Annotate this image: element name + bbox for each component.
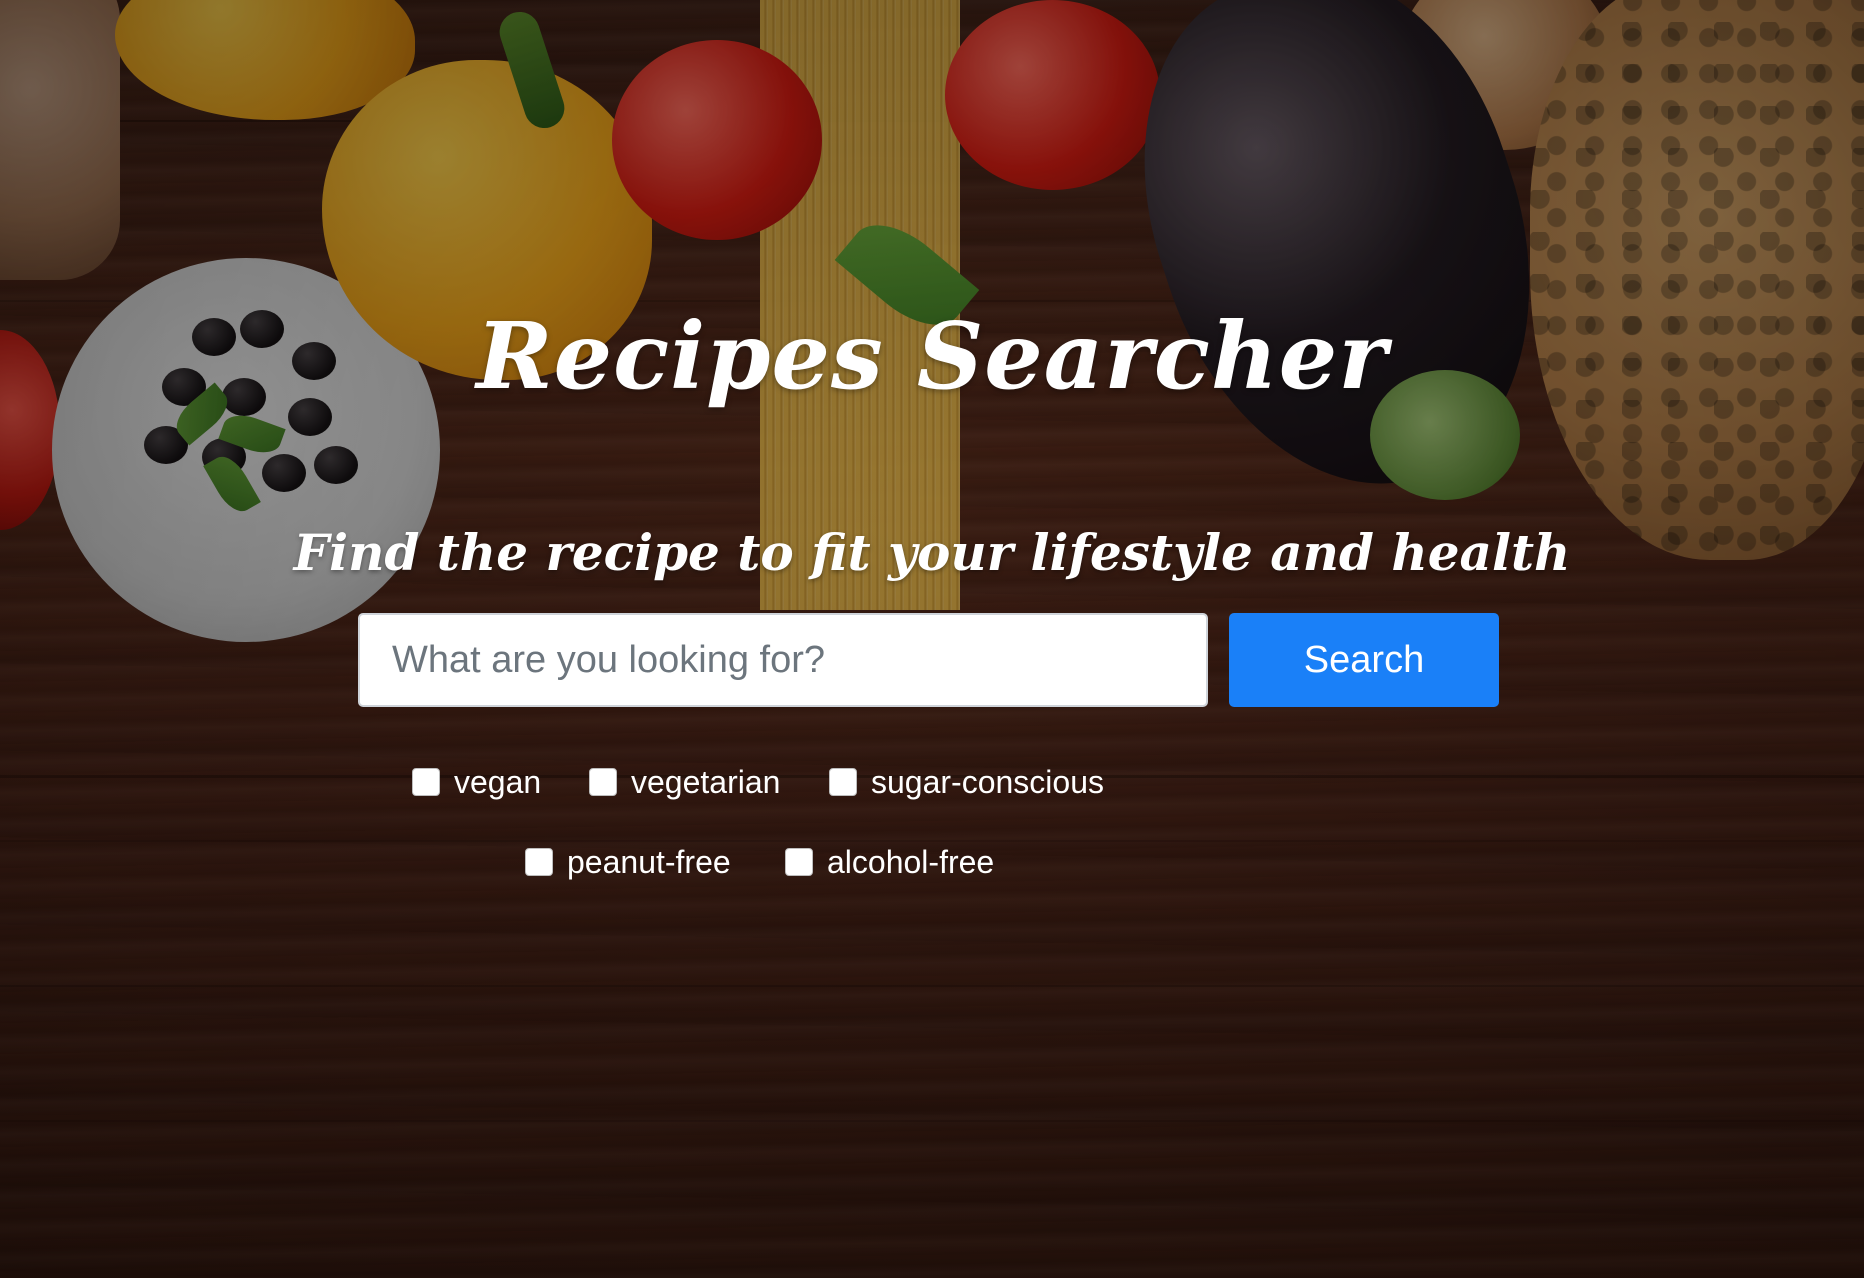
checkbox[interactable] bbox=[829, 768, 857, 796]
checkbox[interactable] bbox=[525, 848, 553, 876]
filter-sugar-conscious[interactable]: sugar-conscious bbox=[829, 766, 1104, 798]
filter-vegan[interactable]: vegan bbox=[412, 766, 541, 798]
page-subtitle: Find the recipe to fit your lifestyle an… bbox=[293, 523, 1571, 582]
filter-alcohol-free[interactable]: alcohol-free bbox=[785, 846, 994, 878]
filter-label: alcohol-free bbox=[827, 844, 995, 880]
filter-peanut-free[interactable]: peanut-free bbox=[525, 846, 731, 878]
checkbox[interactable] bbox=[589, 768, 617, 796]
filter-label: vegan bbox=[454, 764, 542, 800]
checkbox[interactable] bbox=[785, 848, 813, 876]
filter-label: sugar-conscious bbox=[871, 764, 1104, 800]
search-input[interactable] bbox=[358, 613, 1208, 707]
filter-label: peanut-free bbox=[567, 844, 731, 880]
checkbox[interactable] bbox=[412, 768, 440, 796]
page-title: Recipes Searcher bbox=[476, 302, 1388, 410]
filter-label: vegetarian bbox=[631, 764, 781, 800]
filter-vegetarian[interactable]: vegetarian bbox=[589, 766, 780, 798]
search-button[interactable]: Search bbox=[1229, 613, 1499, 707]
